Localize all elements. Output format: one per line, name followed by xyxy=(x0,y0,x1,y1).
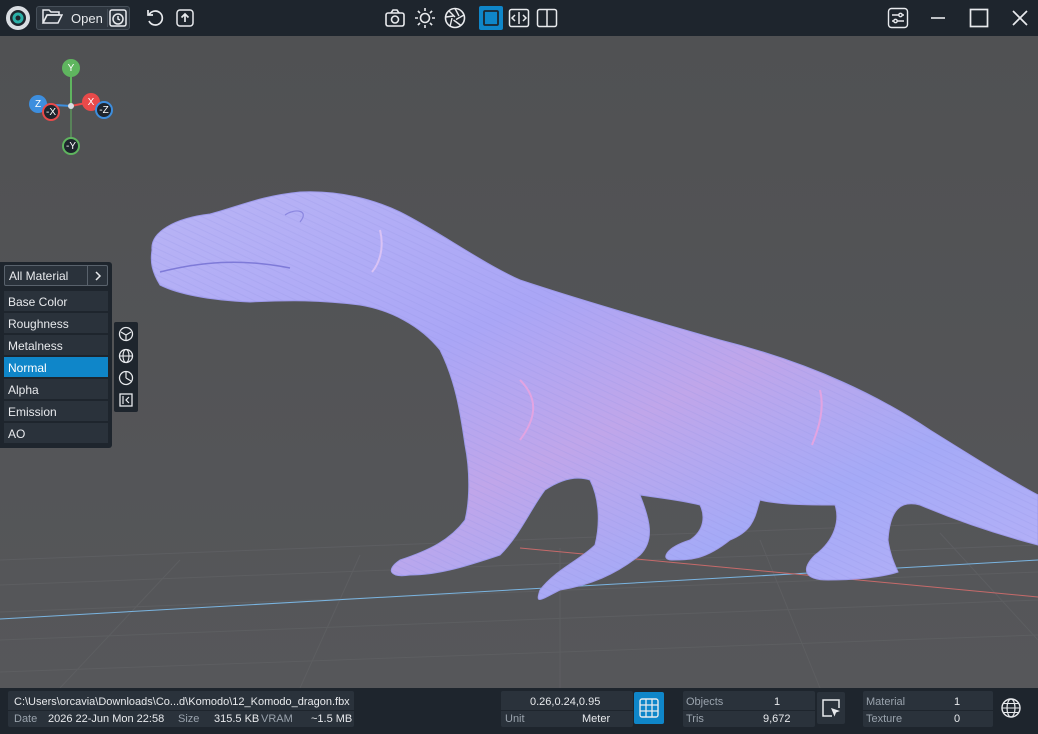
channel-metalness[interactable]: Metalness xyxy=(4,335,108,356)
material-selector[interactable]: All Material xyxy=(4,265,108,286)
tris-value: 9,672 xyxy=(763,713,791,725)
cursor-select-icon xyxy=(822,699,840,717)
texture-value: 0 xyxy=(954,713,961,725)
objects-label: Objects xyxy=(686,696,724,708)
shader-ball-icon[interactable] xyxy=(117,325,135,343)
status-bar: C:\Users\orcavia\Downloads\Co...d\Komodo… xyxy=(0,688,1038,734)
maximize-icon[interactable] xyxy=(966,5,992,31)
pie-icon[interactable] xyxy=(117,369,135,387)
screenshot-icon[interactable] xyxy=(382,5,408,31)
dimension-box: 0.26,0.24,0.95 Unit Meter xyxy=(501,691,633,727)
unit-value: Meter xyxy=(582,713,611,725)
date-value: 2026 22-Jun Mon 22:58 xyxy=(48,713,165,725)
channel-normal[interactable]: Normal xyxy=(4,357,108,378)
side-by-side-icon[interactable] xyxy=(535,5,559,31)
environment-button[interactable] xyxy=(997,692,1025,724)
gizmo-neg-x-axis[interactable]: -X xyxy=(42,103,60,121)
dimensions-value: 0.26,0.24,0.95 xyxy=(530,696,601,708)
material-label: Material xyxy=(866,696,906,708)
size-value: 315.5 KB xyxy=(214,713,260,725)
vram-label: VRAM xyxy=(261,713,293,725)
close-icon[interactable] xyxy=(1008,5,1032,31)
objects-value: 1 xyxy=(774,696,781,708)
select-tool-button[interactable] xyxy=(817,692,845,724)
material-channel-panel: All Material Base Color Roughness Metaln… xyxy=(0,262,112,448)
collapse-icon[interactable] xyxy=(117,391,135,409)
file-path: C:\Users\orcavia\Downloads\Co...d\Komodo… xyxy=(14,696,350,708)
split-compare-icon[interactable] xyxy=(507,5,531,31)
chevron-right-icon[interactable] xyxy=(87,266,107,285)
unit-label: Unit xyxy=(505,713,525,725)
app-logo-icon[interactable] xyxy=(4,5,32,31)
single-view-icon[interactable] xyxy=(479,6,503,30)
history-icon[interactable] xyxy=(106,5,130,31)
channel-alpha[interactable]: Alpha xyxy=(4,379,108,400)
settings-icon[interactable] xyxy=(885,5,911,31)
divider xyxy=(863,710,993,711)
channel-base-color[interactable]: Base Color xyxy=(4,291,108,312)
gizmo-neg-z-axis[interactable]: -Z xyxy=(95,101,113,119)
3d-viewport[interactable]: Y X Z -X -Z -Y xyxy=(0,36,1038,688)
channel-ao[interactable]: AO xyxy=(4,423,108,444)
material-selector-label: All Material xyxy=(9,269,69,283)
tris-label: Tris xyxy=(686,713,704,725)
grid-icon xyxy=(639,698,659,718)
file-info-box: C:\Users\orcavia\Downloads\Co...d\Komodo… xyxy=(8,691,354,727)
vram-value: ~1.5 MB xyxy=(311,713,353,725)
folder-open-icon xyxy=(41,8,64,29)
globe-icon[interactable] xyxy=(117,347,135,365)
divider xyxy=(683,710,815,711)
texture-label: Texture xyxy=(866,713,903,725)
aperture-icon[interactable] xyxy=(442,5,468,31)
minimize-icon[interactable] xyxy=(926,5,950,31)
divider xyxy=(8,710,354,711)
light-icon[interactable] xyxy=(412,5,438,31)
channel-emission[interactable]: Emission xyxy=(4,401,108,422)
date-label: Date xyxy=(14,713,38,725)
gizmo-y-axis[interactable]: Y xyxy=(62,59,80,77)
reload-icon[interactable] xyxy=(142,5,168,31)
open-label: Open xyxy=(71,10,103,26)
gizmo-neg-y-axis[interactable]: -Y xyxy=(62,137,80,155)
channel-roughness[interactable]: Roughness xyxy=(4,313,108,334)
divider xyxy=(501,710,633,711)
grid-toggle-button[interactable] xyxy=(634,692,664,724)
export-icon[interactable] xyxy=(172,5,198,31)
scene-canvas xyxy=(0,36,1038,688)
material-stats-box: Material 1 Texture 0 xyxy=(863,691,993,727)
top-toolbar: Open xyxy=(0,0,1038,36)
viewport-side-tools xyxy=(114,322,138,412)
size-label: Size xyxy=(178,713,200,725)
scene-stats-box: Objects 1 Tris 9,672 xyxy=(683,691,815,727)
globe-icon xyxy=(1001,698,1021,718)
material-value: 1 xyxy=(954,696,961,708)
